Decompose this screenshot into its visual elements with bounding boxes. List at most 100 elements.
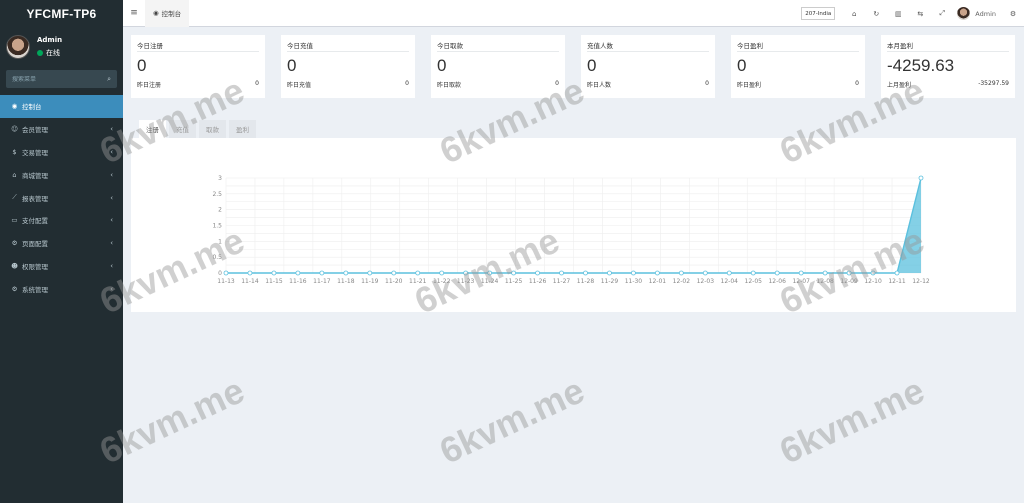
stat-title: 充值人数 — [587, 40, 709, 52]
x-tick-label: 11-25 — [505, 278, 523, 285]
data-point — [223, 270, 229, 276]
watermark-text: 6kvm.me — [773, 369, 931, 472]
stat-foot-value: 0 — [555, 80, 559, 87]
top-header: ≡ ◉ 控制台 207-India ⌂ ↻ ▥ ⇆ ⤢ Admin ⚙ — [123, 0, 1024, 27]
stat-card: 本月盈利 -4259.63 上月盈利 -35297.59 — [881, 35, 1015, 98]
data-point — [702, 270, 708, 276]
dashboard-icon: ◉ — [153, 9, 159, 17]
x-tick-label: 11-26 — [529, 278, 547, 285]
x-tick-label: 11-14 — [241, 278, 259, 285]
x-tick-label: 12-11 — [888, 278, 906, 285]
sidebar-item-6[interactable]: ⚙ 页面配置 ‹ — [0, 232, 123, 255]
sidebar-item-0[interactable]: ◉ 控制台 — [0, 95, 123, 118]
x-tick-label: 12-04 — [721, 278, 739, 285]
sidebar-item-7[interactable]: ☻ 权限管理 ‹ — [0, 255, 123, 278]
credit-card-icon: ▭ — [11, 216, 18, 225]
chevron-left-icon: ‹ — [110, 284, 113, 293]
search-input[interactable] — [12, 75, 92, 83]
x-tick-label: 12-03 — [697, 278, 715, 285]
fullscreen-icon[interactable]: ⤢ — [931, 9, 953, 18]
user-panel: Admin 在线 — [0, 30, 123, 63]
chart-tab[interactable]: 盈利 — [229, 120, 256, 138]
data-point — [750, 270, 756, 276]
chart-tab[interactable]: 注册 — [139, 120, 166, 138]
sidebar-item-4[interactable]: ⟋ 报表管理 ‹ — [0, 186, 123, 209]
admin-name: Admin — [975, 9, 996, 18]
avatar — [6, 34, 30, 59]
dashboard-icon: ◉ — [11, 102, 18, 111]
stat-value: 0 — [587, 56, 597, 75]
search-icon[interactable]: ⌕ — [107, 75, 111, 84]
sidebar-item-label: 控制台 — [22, 103, 42, 112]
x-tick-label: 12-06 — [768, 278, 786, 285]
data-point — [367, 270, 373, 276]
user-status-label: 在线 — [46, 48, 60, 57]
menu-toggle-icon[interactable]: ≡ — [123, 8, 145, 18]
tab-dashboard[interactable]: ◉ 控制台 — [145, 0, 190, 27]
settings-icon[interactable]: ⚙ — [1002, 10, 1024, 18]
chevron-left-icon: ‹ — [110, 147, 113, 156]
data-point — [271, 270, 277, 276]
data-point — [726, 270, 732, 276]
sidebar-item-8[interactable]: ⚙ 系统管理 ‹ — [0, 277, 123, 300]
y-tick-label: 1.5 — [212, 223, 222, 230]
sidebar-item-label: 商城管理 — [22, 171, 48, 180]
stat-card: 今日盈利 0 昨日盈利 0 — [731, 35, 865, 98]
y-tick-label: 1 — [218, 238, 222, 245]
status-dot-icon — [37, 49, 43, 56]
app-logo[interactable]: YFCMF-TP6 — [0, 0, 123, 27]
sidebar-item-5[interactable]: ▭ 支付配置 ‹ — [0, 209, 123, 232]
sidebar-item-1[interactable]: ☺ 会员管理 ‹ — [0, 118, 123, 141]
chart-tabs: 注册 充值 取款 盈利 — [131, 114, 1016, 138]
data-point — [559, 270, 564, 276]
sidebar-item-2[interactable]: $ 交易管理 ‹ — [0, 141, 123, 164]
sidebar-item-3[interactable]: ⌂ 商城管理 ‹ — [0, 163, 123, 186]
data-point — [415, 270, 421, 276]
coin-icon: $ — [12, 147, 17, 156]
y-tick-label: 0 — [218, 270, 222, 277]
stat-card: 充值人数 0 昨日人数 0 — [581, 35, 715, 98]
refresh-icon[interactable]: ↻ — [865, 10, 887, 18]
stat-title: 今日注册 — [137, 40, 259, 52]
chart-panel: 注册 充值 取款 盈利 0 0.5 1 1.5 2 2.5 3 11-13 11-14 11-15 11-… — [131, 114, 1016, 312]
stat-value: 0 — [737, 56, 747, 75]
stat-card: 今日充值 0 昨日充值 0 — [281, 35, 415, 98]
data-point — [439, 270, 445, 276]
cogs-icon: ⚙ — [11, 284, 18, 293]
chart: 0 0.5 1 1.5 2 2.5 3 11-13 11-14 11-15 11-16 11-17 11… — [212, 175, 929, 285]
chart-tab[interactable]: 充值 — [169, 120, 196, 138]
stat-title: 今日充值 — [287, 40, 409, 52]
chevron-left-icon: ‹ — [110, 216, 113, 225]
line-chart-icon: ⟋ — [12, 193, 17, 202]
admin-menu[interactable]: Admin — [957, 7, 996, 20]
data-point — [846, 270, 852, 276]
y-tick-label: 2.5 — [212, 191, 222, 198]
data-point — [918, 175, 924, 181]
gear-icon: ⚙ — [11, 239, 18, 248]
data-point — [247, 270, 253, 276]
x-tick-label: 11-24 — [481, 278, 499, 285]
x-tick-label: 11-19 — [361, 278, 379, 285]
data-point — [678, 270, 684, 276]
data-point — [295, 270, 301, 276]
stat-card: 今日注册 0 昨日注册 0 — [131, 35, 265, 98]
site-select[interactable]: 207-India — [801, 7, 836, 20]
data-point — [487, 270, 493, 276]
stat-title: 今日盈利 — [737, 40, 859, 52]
stat-foot-value: 0 — [255, 80, 259, 87]
x-tick-label: 11-15 — [265, 278, 283, 285]
x-tick-label: 12-08 — [816, 278, 834, 285]
users-icon: ☺ — [11, 125, 18, 134]
data-point — [343, 270, 349, 276]
stat-foot-value: 0 — [855, 80, 859, 87]
trash-icon[interactable]: ▥ — [887, 10, 909, 18]
user-status: 在线 — [37, 48, 62, 58]
header-avatar — [957, 7, 971, 20]
translate-icon[interactable]: ⇆ — [909, 10, 931, 18]
data-point — [391, 270, 397, 276]
data-point — [822, 270, 828, 276]
home-icon[interactable]: ⌂ — [843, 10, 865, 18]
stat-foot-label: 昨日盈利 — [737, 82, 762, 89]
chevron-left-icon: ‹ — [110, 239, 113, 248]
chart-tab[interactable]: 取款 — [199, 120, 226, 138]
